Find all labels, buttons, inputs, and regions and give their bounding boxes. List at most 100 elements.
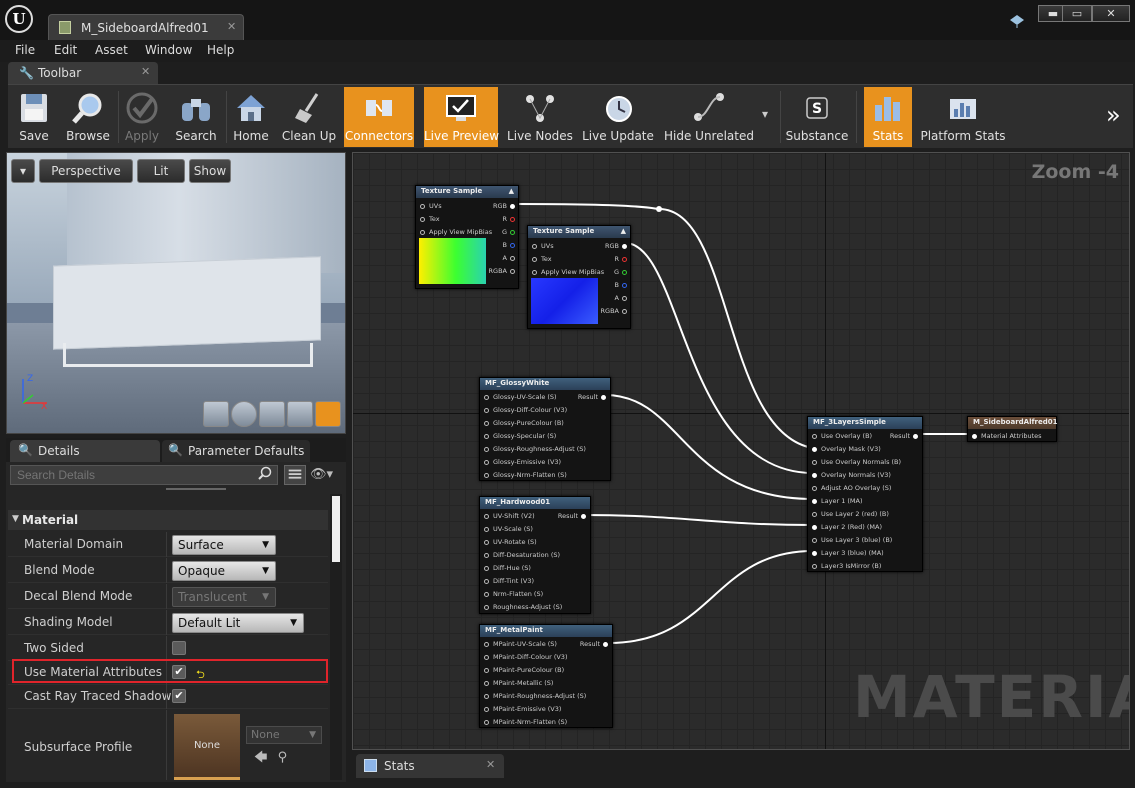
save-button[interactable]: Save bbox=[10, 87, 58, 147]
input-pin[interactable]: MPaint-Nrm-Flatten (S) bbox=[484, 718, 567, 726]
document-tab[interactable]: M_SideboardAlfred01 ✕ bbox=[48, 14, 244, 40]
browse-button[interactable]: Browse bbox=[62, 87, 114, 147]
sphere-mesh-button[interactable] bbox=[231, 401, 257, 427]
input-pin[interactable]: Glossy-Emissive (V3) bbox=[484, 458, 561, 466]
menu-help[interactable]: Help bbox=[207, 43, 234, 57]
input-pin[interactable]: Layer 3 (blue) (MA) bbox=[812, 549, 884, 557]
lit-button[interactable]: Lit bbox=[137, 159, 185, 183]
connectors-button[interactable]: Connectors bbox=[344, 87, 414, 147]
input-pin[interactable]: Diff-Hue (S) bbox=[484, 564, 531, 572]
toolbar-panel-tab[interactable]: 🔧 Toolbar ✕ bbox=[8, 62, 158, 84]
apply-button[interactable]: Apply bbox=[120, 87, 164, 147]
cylinder-mesh-button[interactable] bbox=[203, 401, 229, 427]
search-details-input[interactable] bbox=[10, 465, 278, 485]
input-pin[interactable]: Glossy-Nrm-Flatten (S) bbox=[484, 471, 567, 479]
input-pin[interactable]: UVs bbox=[420, 202, 442, 210]
hide-unrelated-dropdown[interactable]: ▾ bbox=[762, 107, 768, 121]
menu-file[interactable]: File bbox=[15, 43, 35, 57]
input-pin[interactable]: Use Layer 3 (blue) (B) bbox=[812, 536, 892, 544]
output-pin[interactable]: B bbox=[503, 241, 515, 249]
input-pin[interactable]: Diff-Desaturation (S) bbox=[484, 551, 560, 559]
toolbar-overflow-icon[interactable]: » bbox=[1106, 101, 1121, 129]
input-pin[interactable]: Adjust AO Overlay (S) bbox=[812, 484, 891, 492]
input-pin[interactable]: UV-Scale (S) bbox=[484, 525, 533, 533]
two-sided-checkbox[interactable] bbox=[172, 641, 186, 655]
platform-stats-button[interactable]: Platform Stats bbox=[920, 87, 1006, 147]
input-pin[interactable]: Overlay Mask (V3) bbox=[812, 445, 881, 453]
input-pin[interactable]: UV-Shift (V2) bbox=[484, 512, 535, 520]
input-pin[interactable]: Glossy-UV-Scale (S) bbox=[484, 393, 557, 401]
live-nodes-button[interactable]: Live Nodes bbox=[506, 87, 574, 147]
input-pin[interactable]: MPaint-Diff-Colour (V3) bbox=[484, 653, 567, 661]
menu-window[interactable]: Window bbox=[145, 43, 192, 57]
output-pin[interactable]: Result bbox=[558, 512, 586, 520]
material-result-node[interactable]: M_SideboardAlfred01 Material Attributes bbox=[967, 416, 1058, 442]
live-update-button[interactable]: Live Update bbox=[582, 87, 654, 147]
menu-asset[interactable]: Asset bbox=[95, 43, 128, 57]
subsurface-profile-thumbnail[interactable]: None bbox=[174, 714, 240, 780]
browse-asset-icon[interactable]: ⚲ bbox=[278, 750, 288, 765]
input-pin[interactable]: Use Layer 2 (red) (B) bbox=[812, 510, 889, 518]
substance-button[interactable]: S Substance bbox=[784, 87, 850, 147]
hide-unrelated-button[interactable]: Hide Unrelated bbox=[662, 87, 756, 147]
home-button[interactable]: Home bbox=[230, 87, 272, 147]
window-close-button[interactable]: ✕ bbox=[1092, 5, 1130, 22]
reroute-node[interactable] bbox=[656, 206, 662, 212]
unreal-logo-icon[interactable]: U bbox=[5, 5, 33, 33]
texture-sample-node[interactable]: Texture Sample ▲ UVs Tex Apply View MipBi… bbox=[527, 225, 631, 329]
tab-details[interactable]: 🔍 Details bbox=[10, 440, 160, 462]
close-tab-icon[interactable]: ✕ bbox=[227, 20, 236, 33]
input-pin[interactable]: Glossy-Diff-Colour (V3) bbox=[484, 406, 567, 414]
material-category-header[interactable]: ▼ Material bbox=[8, 510, 328, 530]
collapse-icon[interactable]: ▲ bbox=[509, 186, 514, 197]
preview-viewport[interactable]: ▾ Perspective Lit Show X Z bbox=[6, 152, 346, 434]
input-pin[interactable]: UV-Rotate (S) bbox=[484, 538, 537, 546]
maximize-button[interactable]: ▭ bbox=[1062, 5, 1092, 22]
live-preview-button[interactable]: Live Preview bbox=[424, 87, 499, 147]
input-pin[interactable]: Layer 1 (MA) bbox=[812, 497, 863, 505]
perspective-button[interactable]: Perspective bbox=[39, 159, 133, 183]
close-stats-tab-icon[interactable]: ✕ bbox=[486, 758, 495, 771]
output-pin[interactable]: A bbox=[615, 294, 627, 302]
custom-mesh-button[interactable] bbox=[315, 401, 341, 427]
material-function-node-metal-paint[interactable]: MF_MetalPaint Result MPaint-UV-Scale (S)… bbox=[479, 624, 613, 728]
input-pin[interactable]: MPaint-Metallic (S) bbox=[484, 679, 553, 687]
material-graph[interactable]: Zoom -4 MATERIAL Texture Sample▲ UVs Tex… bbox=[352, 152, 1130, 750]
input-pin[interactable]: Glossy-PureColour (B) bbox=[484, 419, 564, 427]
stats-button[interactable]: Stats bbox=[864, 87, 912, 147]
material-function-node-hardwood[interactable]: MF_Hardwood01 Result UV-Shift (V2) UV-Sc… bbox=[479, 496, 591, 614]
output-pin[interactable]: Result bbox=[578, 393, 606, 401]
menu-edit[interactable]: Edit bbox=[54, 43, 77, 57]
input-pin[interactable]: MPaint-Roughness-Adjust (S) bbox=[484, 692, 586, 700]
output-pin[interactable]: RGBA bbox=[601, 307, 627, 315]
output-pin[interactable]: A bbox=[503, 254, 515, 262]
cast-ray-traced-shadows-checkbox[interactable]: ✔ bbox=[172, 689, 186, 703]
input-pin[interactable]: Tex bbox=[420, 215, 440, 223]
scrollbar-thumb[interactable] bbox=[332, 496, 340, 562]
material-function-node-glossy-white[interactable]: MF_GlossyWhite Result Glossy-UV-Scale (S… bbox=[479, 377, 611, 481]
close-toolbar-tab-icon[interactable]: ✕ bbox=[141, 65, 150, 78]
input-pin[interactable]: Glossy-Roughness-Adjust (S) bbox=[484, 445, 586, 453]
input-pin[interactable]: Glossy-Specular (S) bbox=[484, 432, 556, 440]
input-pin[interactable]: Use Overlay Normals (B) bbox=[812, 458, 901, 466]
output-pin[interactable]: RGBA bbox=[489, 267, 515, 275]
output-pin[interactable]: R bbox=[502, 215, 515, 223]
plane-mesh-button[interactable] bbox=[259, 401, 285, 427]
blend-mode-combo[interactable]: Opaque ▼ bbox=[172, 561, 276, 581]
input-pin[interactable]: MPaint-UV-Scale (S) bbox=[484, 640, 557, 648]
clean-up-button[interactable]: Clean Up bbox=[280, 87, 338, 147]
output-pin[interactable]: B bbox=[615, 281, 627, 289]
input-pin[interactable]: Diff-Tint (V3) bbox=[484, 577, 534, 585]
viewport-options-button[interactable]: ▾ bbox=[11, 159, 35, 183]
input-pin[interactable]: Apply View MipBias bbox=[420, 228, 492, 236]
output-pin[interactable]: G bbox=[502, 228, 515, 236]
shading-model-combo[interactable]: Default Lit ▼ bbox=[172, 613, 304, 633]
input-pin[interactable]: Use Overlay (B) bbox=[812, 432, 872, 440]
list-view-button[interactable] bbox=[284, 465, 306, 485]
output-pin[interactable]: Result bbox=[890, 432, 918, 440]
input-pin[interactable]: Tex bbox=[532, 255, 552, 263]
source-control-icon[interactable] bbox=[1008, 14, 1026, 28]
output-pin[interactable]: RGB bbox=[605, 242, 627, 250]
input-pin[interactable]: Nrm-Flatten (S) bbox=[484, 590, 543, 598]
material-function-node-3-layers[interactable]: MF_3LayersSimple Result Use Overlay (B) … bbox=[807, 416, 923, 572]
